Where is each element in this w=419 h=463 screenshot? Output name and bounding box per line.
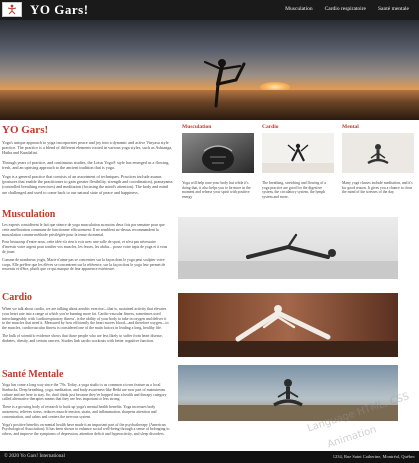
footer-copyright: © 2020 Yo Gars! International bbox=[4, 454, 65, 459]
yoga-silhouette bbox=[203, 59, 246, 108]
nav-links: Musculation Cardio respiratoire Santé me… bbox=[285, 6, 409, 12]
card-title[interactable]: Cardio bbox=[262, 124, 334, 130]
section-image-mental bbox=[178, 365, 398, 421]
section-paragraph: Pour beaucoup d'entre nous, cette idée n… bbox=[2, 240, 168, 254]
brand-name[interactable]: YO Gars! bbox=[30, 2, 89, 18]
card-cardio[interactable]: Cardio The breathing, stretching and flo… bbox=[262, 124, 334, 199]
nav-link-musculation[interactable]: Musculation bbox=[285, 6, 313, 12]
section-title-cardio: Cardio bbox=[2, 292, 32, 303]
intro-text: Yoga's unique approach to yoga incorpora… bbox=[2, 140, 174, 199]
section-text-musculation: Les experts considèrent le fait que séan… bbox=[2, 223, 170, 275]
watermark-text: Animation bbox=[326, 424, 378, 451]
section-paragraph: Yoga has come a long way since the '70s.… bbox=[2, 383, 167, 402]
card-title[interactable]: Musculation bbox=[182, 124, 254, 130]
section-paragraph: Comme de nombreux yogis, Marie n'aime pa… bbox=[2, 257, 166, 272]
logo[interactable] bbox=[2, 2, 22, 17]
card-text: Many yoga classes include meditation, an… bbox=[342, 181, 413, 195]
section-text-cardio: When we talk about cardio, we are talkin… bbox=[2, 307, 170, 347]
card-image-cardio bbox=[262, 133, 334, 173]
hero-image bbox=[0, 20, 419, 120]
intro-paragraph: Yoga is a general practice that consists… bbox=[2, 174, 173, 195]
card-text: Yoga will help tone your body but while … bbox=[182, 181, 251, 199]
page-title: YO Gars! bbox=[2, 124, 49, 136]
footer: © 2020 Yo Gars! International 1234, Rue … bbox=[0, 451, 419, 463]
section-paragraph: When we talk about cardio, we are talkin… bbox=[2, 307, 169, 331]
yoga-logo-icon bbox=[3, 3, 21, 16]
intro-paragraph: Yoga's unique approach to yoga incorpora… bbox=[2, 140, 173, 156]
card-image-mental bbox=[342, 133, 414, 173]
section-paragraph: The bulk of scientific evidence shows th… bbox=[2, 333, 163, 343]
card-image-musculation bbox=[182, 133, 254, 173]
feature-cards: Musculation Yoga will help tone your bod… bbox=[182, 124, 416, 206]
section-image-cardio bbox=[178, 293, 398, 357]
nav-link-mental[interactable]: Santé mentale bbox=[378, 6, 409, 12]
section-paragraph: Les experts considèrent le fait que séan… bbox=[2, 223, 165, 237]
section-paragraph: There is a growing body of research to b… bbox=[2, 405, 157, 419]
footer-address: 1234, Rue Saint Catherine, Montréal, Qué… bbox=[332, 454, 415, 459]
card-text: The breathing, stretching and flowing of… bbox=[262, 181, 327, 199]
section-text-mental: Yoga has come a long way since the '70s.… bbox=[2, 383, 170, 440]
intro-paragraph: Through years of practice, and continuou… bbox=[2, 159, 170, 170]
section-title-musculation: Musculation bbox=[2, 209, 56, 220]
section-paragraph: Yoga's positive benefits on mental healt… bbox=[2, 422, 170, 437]
nav-link-cardio[interactable]: Cardio respiratoire bbox=[325, 6, 366, 12]
section-image-musculation bbox=[178, 217, 398, 279]
section-title-mental: Santé Mentale bbox=[2, 369, 64, 380]
card-mental[interactable]: Mental Many yoga classes include meditat… bbox=[342, 124, 414, 195]
card-musculation[interactable]: Musculation Yoga will help tone your bod… bbox=[182, 124, 254, 199]
card-title[interactable]: Mental bbox=[342, 124, 414, 130]
top-navbar: YO Gars! Musculation Cardio respiratoire… bbox=[0, 0, 419, 20]
